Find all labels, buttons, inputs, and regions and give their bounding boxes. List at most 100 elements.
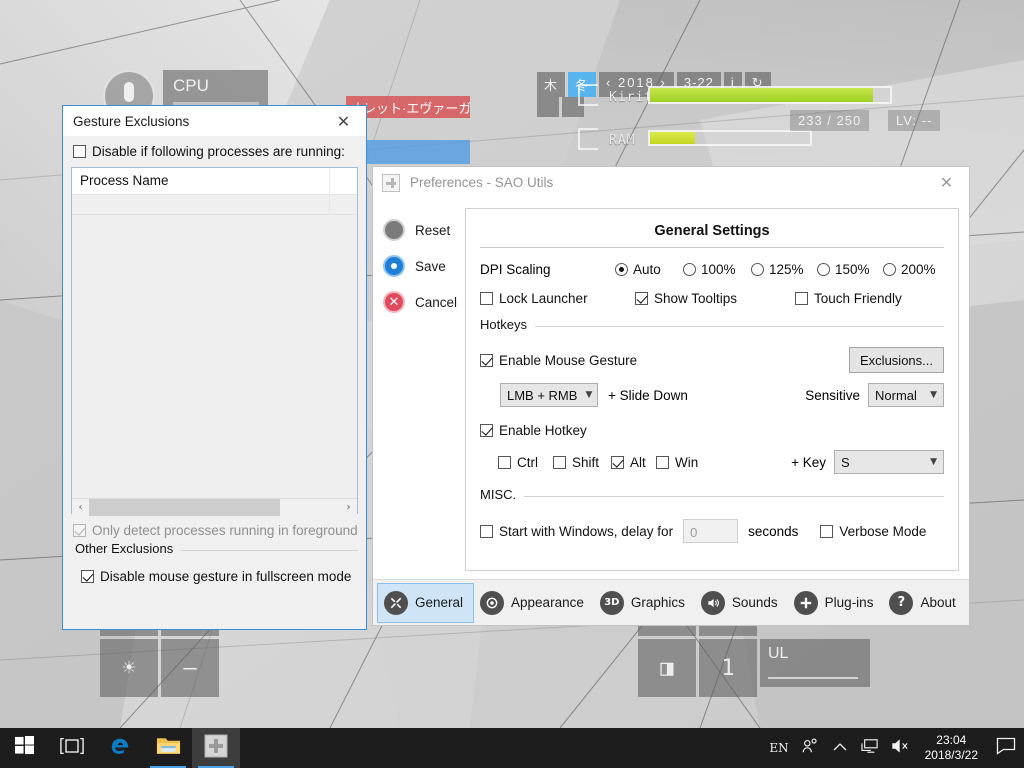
tab-label: Graphics (631, 595, 685, 610)
dpi-option-label: 200% (901, 262, 936, 277)
launcher-tile-count[interactable]: 1 (699, 639, 757, 697)
modifier-shift-checkbox[interactable]: Shift (553, 455, 611, 470)
ram-bar (648, 130, 812, 146)
edge-icon (109, 735, 131, 762)
scroll-track[interactable] (89, 499, 340, 516)
start-with-windows-checkbox[interactable]: Start with Windows, delay for (480, 524, 673, 539)
file-explorer-button[interactable] (144, 728, 192, 768)
touch-friendly-checkbox[interactable]: Touch Friendly (795, 291, 902, 306)
hotkey-key-combo[interactable]: S ▼ (834, 450, 944, 474)
tab-plugins[interactable]: Plug-ins (788, 583, 884, 623)
dpi-scaling-row: DPI Scaling Auto 100% 125% 150% (480, 262, 944, 277)
ram-bar-fill (650, 132, 695, 144)
close-icon[interactable]: ✕ (321, 107, 366, 136)
modifier-ctrl-checkbox[interactable]: Ctrl (498, 455, 553, 470)
enable-mouse-gesture-checkbox[interactable]: Enable Mouse Gesture (480, 353, 637, 368)
task-view-button[interactable] (48, 728, 96, 768)
enable-hotkey-label: Enable Hotkey (499, 423, 587, 438)
only-foreground-label: Only detect processes running in foregro… (92, 523, 358, 538)
delay-seconds-input[interactable] (683, 519, 738, 543)
taskbar-right: EN (763, 728, 1024, 768)
fullscreen-exclusion-label: Disable mouse gesture in fullscreen mode (100, 569, 351, 584)
windows-logo-icon (15, 736, 34, 760)
gesture-suffix-label: + Slide Down (608, 388, 688, 403)
brightness-tile[interactable]: ☀ (100, 639, 158, 697)
gesture-button-combo[interactable]: LMB + RMB ▼ (500, 383, 598, 407)
sensitive-combo[interactable]: Normal ▼ (868, 383, 944, 407)
launcher-ul-tile[interactable]: UL (760, 639, 870, 687)
dpi-option-125[interactable]: 125% (751, 262, 817, 277)
checkbox-box (656, 456, 669, 469)
exclusions-button[interactable]: Exclusions... (849, 347, 944, 373)
disable-if-running-checkbox[interactable]: Disable if following processes are runni… (73, 144, 345, 159)
preferences-titlebar[interactable]: Preferences - SAO Utils ✕ (373, 167, 969, 198)
dpi-option-150[interactable]: 150% (817, 262, 883, 277)
process-list-hscrollbar[interactable]: ‹ › (72, 498, 357, 515)
network-button[interactable] (855, 728, 885, 768)
chevron-down-icon: ▼ (930, 457, 937, 467)
verbose-mode-checkbox[interactable]: Verbose Mode (820, 524, 926, 539)
group-line (480, 496, 944, 497)
dpi-option-100[interactable]: 100% (683, 262, 751, 277)
reset-button[interactable]: Reset (373, 212, 465, 248)
question-icon: ? (889, 591, 913, 615)
lock-launcher-checkbox[interactable]: Lock Launcher (480, 291, 635, 306)
network-icon (861, 738, 879, 759)
tab-about[interactable]: ? About (883, 583, 965, 623)
start-button[interactable] (0, 728, 48, 768)
dpi-option-200[interactable]: 200% (883, 262, 936, 277)
tab-general[interactable]: General (377, 583, 474, 623)
launcher-cpu-widget[interactable]: CPU (163, 70, 268, 110)
radio-dot (883, 263, 896, 276)
save-button[interactable]: Save (373, 248, 465, 284)
people-button[interactable] (795, 728, 825, 768)
preferences-title: Preferences - SAO Utils (400, 175, 924, 190)
hp-bar (648, 86, 892, 104)
radio-dot (683, 263, 696, 276)
calendar-weekday[interactable]: 木 (537, 72, 565, 97)
gesture-dialog-titlebar[interactable]: Gesture Exclusions ✕ (63, 106, 366, 136)
avatar-glyph (124, 82, 134, 102)
tab-label: Appearance (511, 595, 584, 610)
plus-icon (794, 591, 818, 615)
scroll-right-icon[interactable]: › (340, 502, 357, 513)
column-process-name[interactable]: Process Name (72, 168, 330, 194)
dpi-option-auto[interactable]: Auto (615, 262, 683, 277)
mini-tile[interactable] (537, 97, 559, 117)
taskbar-clock[interactable]: 23:04 2018/3/22 (915, 733, 988, 763)
modifier-alt-checkbox[interactable]: Alt (611, 455, 656, 470)
language-indicator[interactable]: EN (763, 741, 794, 755)
tab-appearance[interactable]: Appearance (474, 583, 594, 623)
panel-title: General Settings (480, 223, 944, 239)
show-hidden-icons-button[interactable] (825, 728, 855, 768)
process-list[interactable]: Process Name ‹ › (71, 167, 358, 514)
minus-tile[interactable]: — (161, 639, 219, 697)
modifier-win-checkbox[interactable]: Win (656, 455, 698, 470)
preferences-window[interactable]: Preferences - SAO Utils ✕ Reset Save ✕ C… (372, 166, 970, 626)
process-list-header: Process Name (72, 168, 357, 195)
taskbar[interactable]: EN (0, 728, 1024, 768)
tab-sounds[interactable]: Sounds (695, 583, 788, 623)
general-toggles-row: Lock Launcher Show Tooltips Touch Friend… (480, 291, 944, 306)
enable-hotkey-checkbox[interactable]: Enable Hotkey (480, 423, 587, 438)
gesture-exclusions-dialog[interactable]: Gesture Exclusions ✕ Disable if followin… (62, 105, 367, 630)
checkbox-box (480, 424, 493, 437)
volume-button[interactable] (885, 728, 915, 768)
process-list-empty-area[interactable] (72, 215, 357, 498)
cancel-circle-icon: ✕ (383, 291, 405, 313)
sao-utils-taskbar-button[interactable] (192, 728, 240, 768)
panel-divider (480, 247, 944, 248)
cancel-button[interactable]: ✕ Cancel (373, 284, 465, 320)
launcher-tile[interactable]: ◨ (638, 639, 696, 697)
action-center-button[interactable] (988, 728, 1024, 768)
tab-graphics[interactable]: 3D Graphics (594, 583, 695, 623)
save-circle-icon (383, 255, 405, 277)
show-tooltips-checkbox[interactable]: Show Tooltips (635, 291, 795, 306)
close-icon[interactable]: ✕ (924, 168, 969, 197)
edge-button[interactable] (96, 728, 144, 768)
reset-circle-icon (383, 219, 405, 241)
scroll-left-icon[interactable]: ‹ (72, 502, 89, 513)
fullscreen-exclusion-checkbox[interactable]: Disable mouse gesture in fullscreen mode (81, 569, 351, 584)
gesture-dialog-body: Disable if following processes are runni… (63, 136, 366, 588)
scroll-thumb[interactable] (89, 499, 280, 516)
